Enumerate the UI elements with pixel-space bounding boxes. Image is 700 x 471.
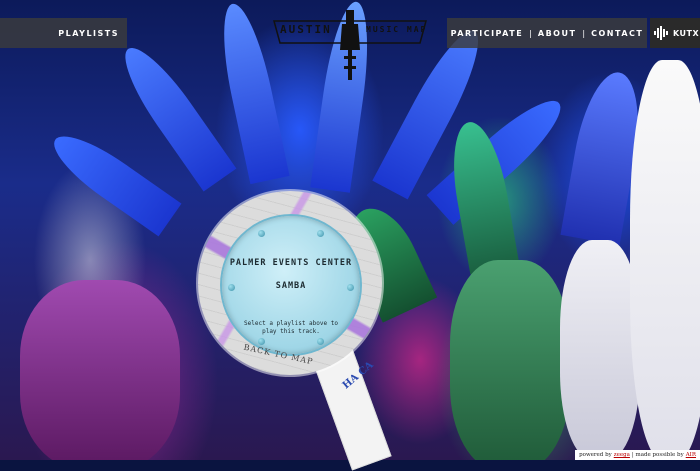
playlist-hint: Select a playlist above to play this tra… (244, 320, 338, 335)
costume-decoration (450, 260, 570, 460)
costume-decoration (630, 60, 700, 460)
costume-decoration (560, 240, 640, 460)
venue-name: PALMER EVENTS CENTER (229, 258, 353, 268)
soundwave-icon (654, 26, 668, 40)
nav-participate-link[interactable]: PARTICIPATE (451, 29, 524, 38)
nav-contact-link[interactable]: CONTACT (591, 29, 643, 38)
moonlight-tower-icon (340, 10, 360, 80)
nav-left-bar: PLAYLISTS (0, 18, 127, 48)
powered-by-label: powered by (579, 452, 612, 458)
nav-about-link[interactable]: ABOUT (538, 29, 577, 38)
bolt-icon (258, 230, 265, 237)
air-link[interactable]: AIR (686, 452, 696, 458)
bolt-icon (317, 338, 324, 345)
feather-decoration (43, 123, 182, 237)
kutx-sponsor-badge[interactable]: KUTX (650, 18, 700, 48)
made-possible-label: | made possible by (631, 452, 684, 458)
nav-separator: | (529, 28, 532, 38)
bolt-icon (258, 338, 265, 345)
nav-playlists-link[interactable]: PLAYLISTS (58, 29, 119, 38)
kutx-label: KUTX (673, 28, 700, 38)
bolt-icon (317, 230, 324, 237)
nav-separator: | (582, 28, 586, 38)
footer-credits: powered by zeega | made possible by AIR (575, 450, 700, 460)
nav-right-bar: PARTICIPATE | ABOUT | CONTACT (447, 18, 647, 48)
costume-decoration (20, 280, 180, 460)
logo-right-text: MUSIC MAP (366, 25, 428, 34)
logo-left-text: AUSTIN (280, 23, 332, 36)
zeega-link[interactable]: zeega (614, 452, 630, 458)
genre-label: SAMBA (275, 281, 307, 291)
